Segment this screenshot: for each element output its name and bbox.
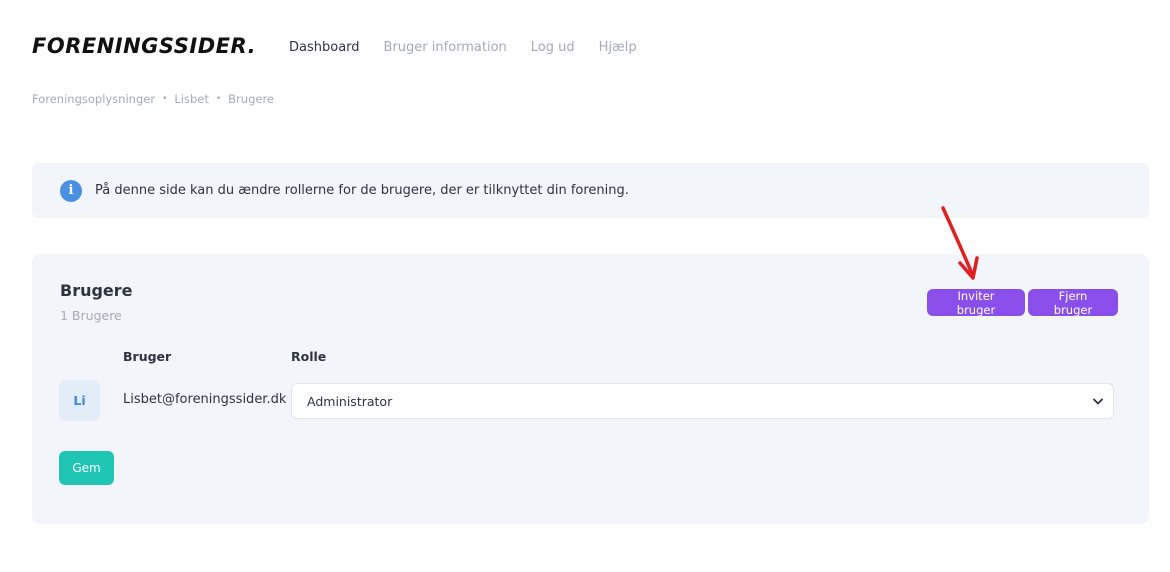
nav-bruger-information[interactable]: Bruger information	[384, 40, 507, 55]
main-nav: Dashboard Bruger information Log ud Hjæl…	[289, 40, 661, 55]
nav-dashboard[interactable]: Dashboard	[289, 40, 360, 55]
column-header-role: Rolle	[291, 349, 327, 364]
breadcrumb-item-lisbet[interactable]: Lisbet	[174, 92, 208, 106]
save-button[interactable]: Gem	[59, 451, 114, 485]
nav-log-ud[interactable]: Log ud	[531, 40, 575, 55]
breadcrumb-item-brugere: Brugere	[228, 92, 275, 106]
breadcrumb: Foreningsoplysninger • Lisbet • Brugere	[32, 92, 274, 106]
nav-hjaelp[interactable]: Hjælp	[599, 40, 637, 55]
annotation-arrow-icon	[941, 206, 979, 280]
user-email: Lisbet@foreningssider.dk	[123, 392, 287, 407]
role-select-value: Administrator	[307, 393, 393, 409]
breadcrumb-item-foreningsoplysninger[interactable]: Foreningsoplysninger	[32, 92, 155, 106]
info-icon: i	[60, 179, 82, 202]
logo[interactable]: FORENINGSSIDER.	[32, 34, 256, 58]
card-title: Brugere	[60, 281, 133, 300]
breadcrumb-separator: •	[215, 94, 222, 104]
users-card: Brugere 1 Brugere Inviter bruger Fjern b…	[32, 254, 1149, 524]
column-header-user: Bruger	[123, 349, 172, 364]
info-text: På denne side kan du ændre rollerne for …	[95, 183, 629, 198]
chevron-down-icon	[1093, 398, 1103, 405]
remove-user-button[interactable]: Fjern bruger	[1028, 289, 1118, 317]
user-count: 1 Brugere	[60, 308, 122, 323]
invite-user-button[interactable]: Inviter bruger	[927, 289, 1025, 317]
role-select[interactable]: Administrator	[291, 383, 1114, 419]
avatar: Li	[59, 380, 100, 421]
breadcrumb-separator: •	[162, 94, 168, 104]
